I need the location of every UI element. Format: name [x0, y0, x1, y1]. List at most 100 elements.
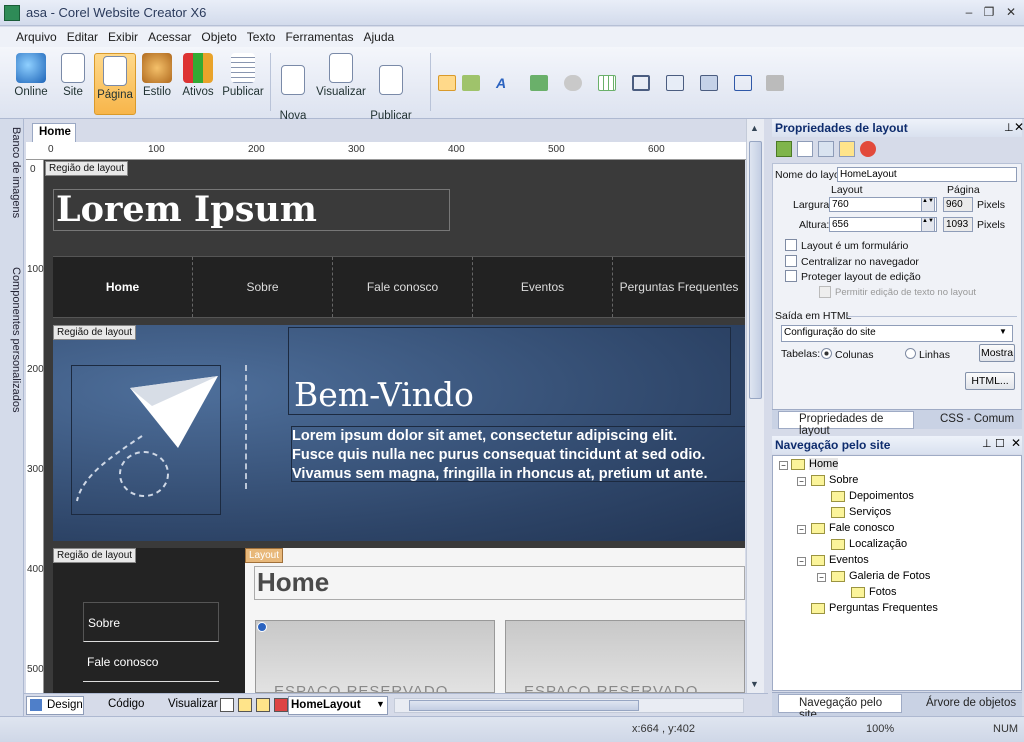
- shape-tool-icon[interactable]: [564, 75, 582, 91]
- preview-tab[interactable]: Visualizar: [152, 698, 218, 710]
- pagina-button[interactable]: Página: [94, 53, 136, 115]
- frame-tool-icon[interactable]: [632, 75, 650, 91]
- html-button[interactable]: HTML...: [965, 372, 1015, 390]
- site-button[interactable]: Site: [56, 53, 90, 115]
- estilo-button[interactable]: Estilo: [138, 53, 176, 115]
- table-tool-icon[interactable]: [598, 75, 616, 91]
- hero-region-label[interactable]: Região de layout: [53, 325, 137, 340]
- page-heading[interactable]: Home: [254, 566, 745, 600]
- menu-arquivo[interactable]: Arquivo: [11, 27, 62, 44]
- form-tool-icon[interactable]: [700, 75, 718, 91]
- table-icon[interactable]: [274, 698, 288, 712]
- canvas-vertical-scrollbar[interactable]: ▲ ▼: [746, 119, 764, 693]
- hero-region[interactable]: Região de layout Bem-Vindo Lorem ipsum d…: [53, 325, 745, 541]
- scroll-up-icon[interactable]: ▲: [750, 123, 759, 133]
- collapse-icon[interactable]: −: [817, 573, 826, 582]
- nav-item-sobre[interactable]: Sobre: [193, 257, 333, 317]
- side-region-label[interactable]: Região de layout: [53, 548, 137, 563]
- site-tree[interactable]: − Home − Sobre Depoimentos Serviços − Fa…: [772, 455, 1022, 691]
- tree-item[interactable]: Eventos: [811, 554, 869, 566]
- grid-icon[interactable]: [256, 698, 270, 712]
- online-button[interactable]: Online: [8, 53, 54, 115]
- publicar-button[interactable]: Publicar: [220, 53, 266, 115]
- collapse-icon[interactable]: −: [797, 525, 806, 534]
- nav-item-eventos[interactable]: Eventos: [473, 257, 613, 317]
- hero-text-box[interactable]: Lorem ipsum dolor sit amet, consectetur …: [291, 426, 745, 482]
- protect-checkbox[interactable]: [785, 270, 797, 282]
- chevron-down-icon[interactable]: ▼: [376, 699, 385, 709]
- menu-ajuda[interactable]: Ajuda: [359, 27, 400, 44]
- design-canvas[interactable]: Região de layout Lorem Ipsum Home Sobre …: [44, 160, 745, 693]
- h-scroll-thumb[interactable]: [409, 700, 639, 711]
- pin-icon[interactable]: ⊥: [1004, 121, 1014, 134]
- layout-icon[interactable]: [238, 698, 252, 712]
- tree-item[interactable]: Galeria de Fotos: [831, 570, 930, 582]
- tree-item[interactable]: Sobre: [811, 474, 858, 486]
- minimize-icon[interactable]: –: [960, 4, 978, 20]
- hero-image-box[interactable]: [71, 365, 221, 515]
- form-checkbox[interactable]: [785, 239, 797, 251]
- layout-name-input[interactable]: HomeLayout: [837, 167, 1017, 182]
- zoom-tool-icon[interactable]: [462, 75, 480, 91]
- content-layout[interactable]: Layout Home ESPAÇO RESERVADO ESPAÇO RESE…: [245, 548, 745, 693]
- restore-icon[interactable]: ❐: [980, 4, 998, 20]
- code-tab[interactable]: Código: [90, 698, 144, 710]
- pointer-tool-icon[interactable]: [438, 75, 456, 91]
- pin-icon[interactable]: ⊥: [982, 437, 992, 450]
- site-title-box[interactable]: Lorem Ipsum: [53, 189, 450, 231]
- tab-componentes-personalizados[interactable]: Componentes personalizados: [2, 267, 22, 447]
- nav-item-home[interactable]: Home: [53, 257, 193, 317]
- show-button[interactable]: Mostra: [979, 344, 1015, 362]
- menu-exibir[interactable]: Exibir: [103, 27, 143, 44]
- menu-ferramentas[interactable]: Ferramentas: [280, 27, 358, 44]
- tree-item[interactable]: Depoimentos: [831, 490, 914, 502]
- collapse-icon[interactable]: −: [779, 461, 788, 470]
- print-tool-icon[interactable]: [766, 75, 784, 91]
- tab-home[interactable]: Home: [32, 123, 76, 142]
- tab-object-tree[interactable]: Árvore de objetos: [926, 697, 1016, 709]
- placeholder-box[interactable]: ESPAÇO RESERVADO: [505, 620, 745, 693]
- tab-site-navigation[interactable]: Navegação pelo site: [778, 694, 902, 721]
- canvas-horizontal-scrollbar[interactable]: [394, 698, 744, 713]
- layout-select[interactable]: HomeLayout: [288, 696, 388, 715]
- menu-acessar[interactable]: Acessar: [143, 27, 196, 44]
- tree-item[interactable]: Localização: [831, 538, 907, 550]
- settings-props-icon[interactable]: [839, 141, 855, 157]
- center-checkbox[interactable]: [785, 255, 797, 267]
- menu-texto[interactable]: Texto: [242, 27, 281, 44]
- stop-icon[interactable]: [860, 141, 876, 157]
- hero-title-box[interactable]: Bem-Vindo: [288, 327, 731, 415]
- maximize-icon[interactable]: ☐: [995, 437, 1005, 450]
- nav-item-fale-conosco[interactable]: Fale conosco: [333, 257, 473, 317]
- tab-banco-de-imagens[interactable]: Banco de imagens: [2, 127, 22, 267]
- check-icon[interactable]: [220, 698, 234, 712]
- placeholder-box[interactable]: ESPAÇO RESERVADO: [255, 620, 495, 693]
- tab-layout-props[interactable]: Propriedades de layout: [778, 411, 914, 437]
- anchor-icon[interactable]: [257, 622, 267, 632]
- close-icon[interactable]: ✕: [1002, 4, 1020, 20]
- text-tool-icon[interactable]: A: [496, 75, 514, 91]
- side-nav-sobre[interactable]: Sobre: [83, 602, 219, 642]
- scroll-thumb[interactable]: [749, 141, 762, 399]
- collapse-icon[interactable]: −: [797, 557, 806, 566]
- layout-props-icon[interactable]: [776, 141, 792, 157]
- css-props-icon[interactable]: [797, 141, 813, 157]
- scroll-down-icon[interactable]: ▼: [750, 679, 759, 689]
- side-region[interactable]: Região de layout Sobre Fale conosco: [53, 548, 245, 693]
- close-props-icon[interactable]: ✕: [1014, 120, 1024, 134]
- publicar-site-button[interactable]: Publicar site: [368, 53, 414, 134]
- folder-tool-icon[interactable]: [666, 75, 684, 91]
- width-spinner[interactable]: ▲▼: [921, 197, 935, 212]
- radio-columns[interactable]: [821, 348, 832, 359]
- tree-item[interactable]: Home: [791, 458, 839, 470]
- layout-label[interactable]: Layout: [245, 548, 284, 563]
- page-props-icon[interactable]: [818, 141, 834, 157]
- tree-item[interactable]: Fale conosco: [811, 522, 894, 534]
- rectangle-tool-icon[interactable]: [734, 75, 752, 91]
- config-chevron-icon[interactable]: ▼: [999, 327, 1007, 336]
- region-label[interactable]: Região de layout: [45, 161, 129, 176]
- tree-item[interactable]: Perguntas Frequentes: [811, 602, 938, 614]
- config-select[interactable]: Configuração do site: [781, 325, 1013, 342]
- menu-editar[interactable]: Editar: [62, 27, 103, 44]
- tree-item[interactable]: Serviços: [831, 506, 891, 518]
